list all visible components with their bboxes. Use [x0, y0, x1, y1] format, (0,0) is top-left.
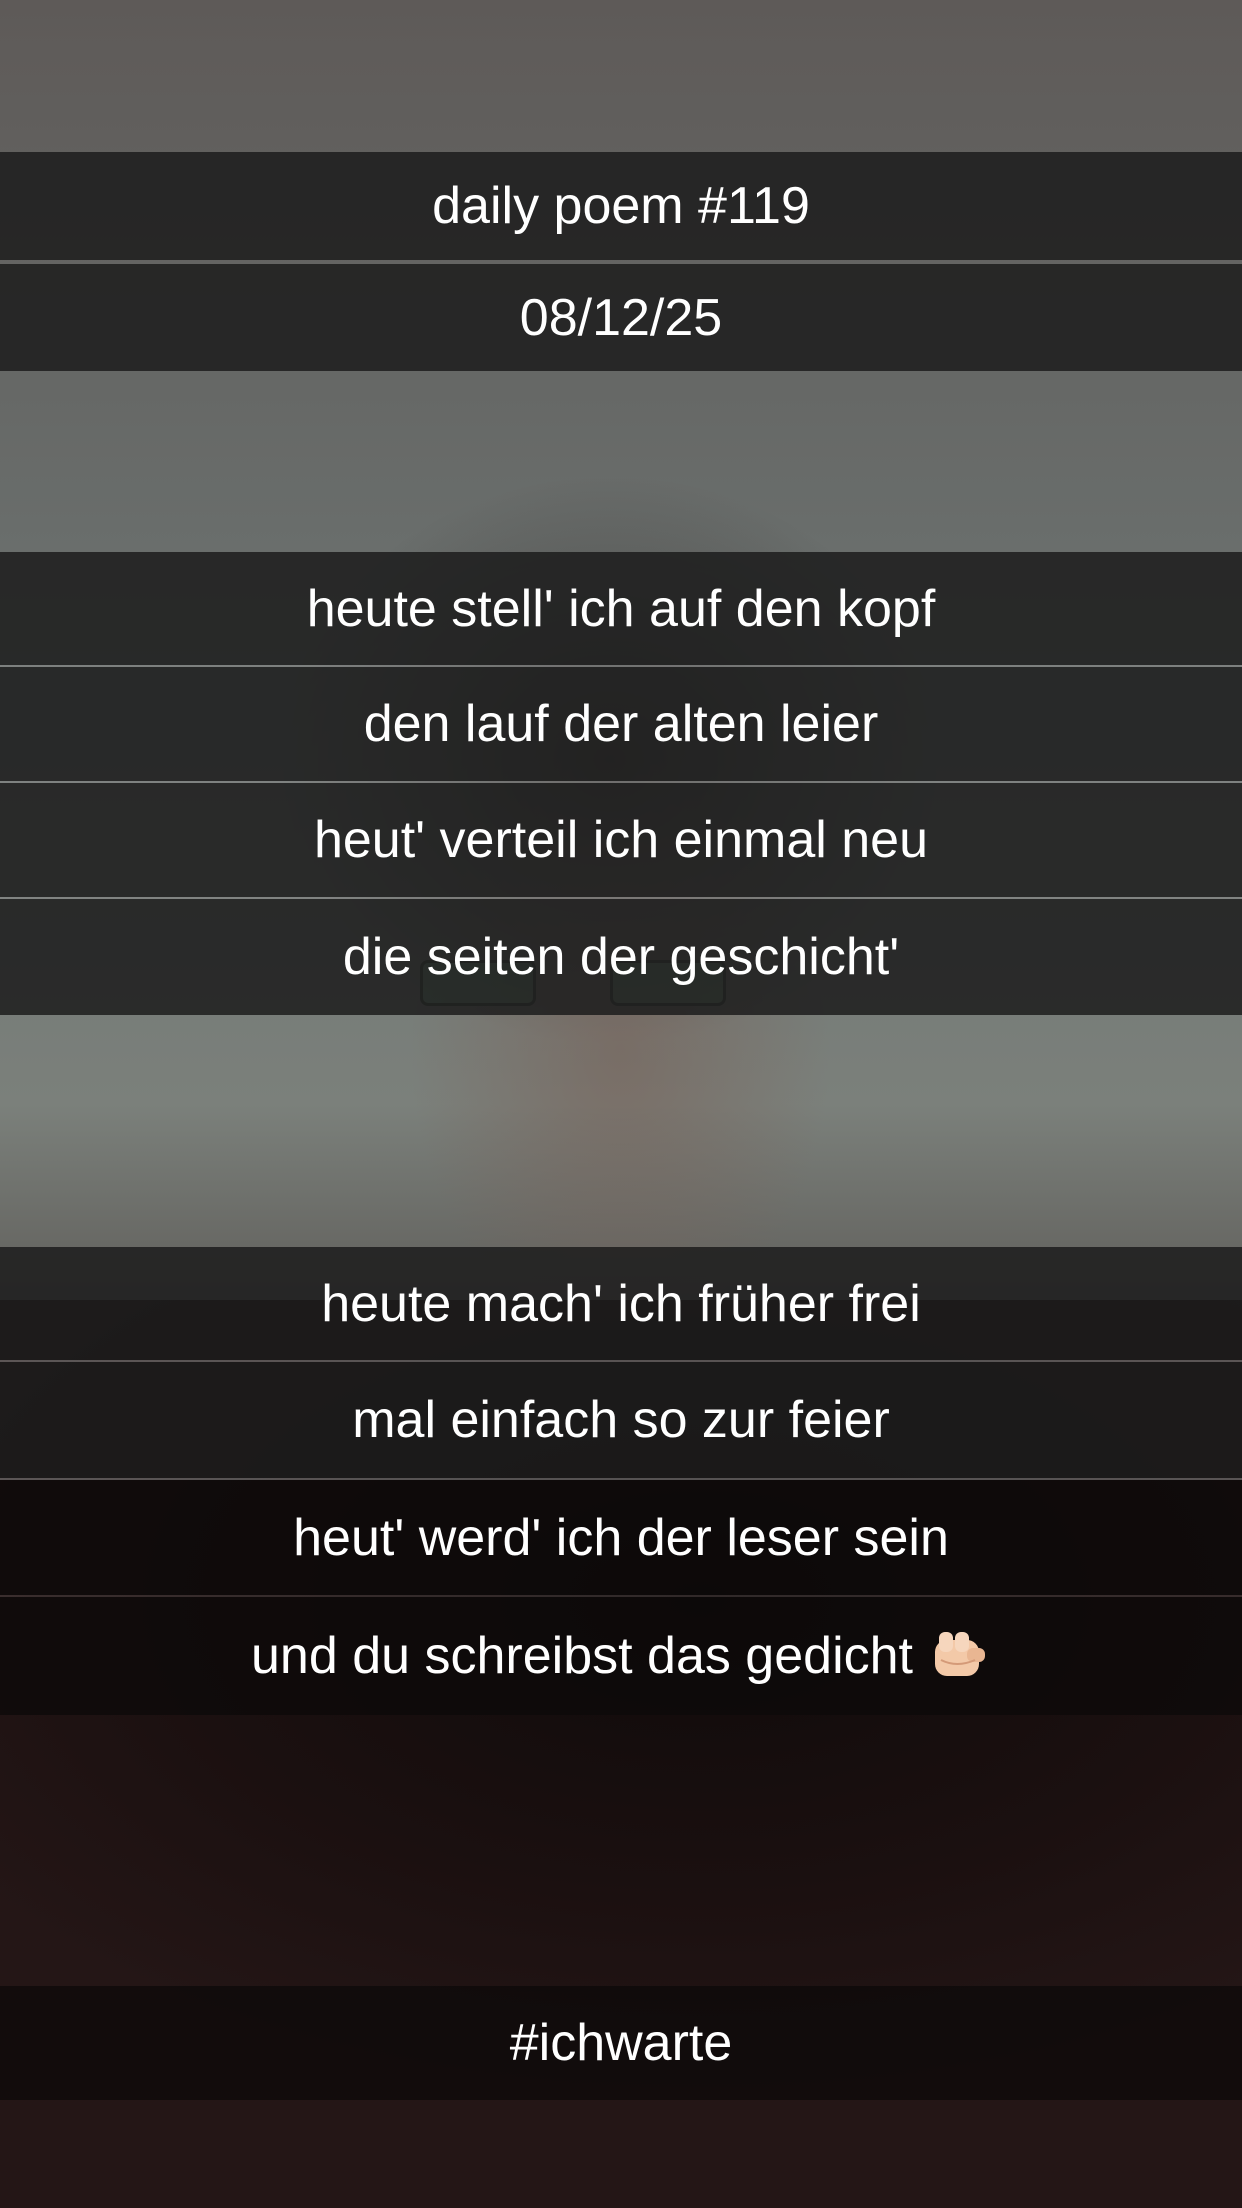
stanza-2-line-3: heut' werd' ich der leser sein	[0, 1480, 1242, 1595]
line-text: die seiten der geschicht'	[342, 928, 900, 986]
stanza-1-line-1: heute stell' ich auf den kopf	[0, 552, 1242, 665]
line-text: mal einfach so zur feier	[352, 1391, 890, 1449]
line-text: den lauf der alten leier	[363, 695, 879, 753]
stanza-2-line-2: mal einfach so zur feier	[0, 1362, 1242, 1478]
line-text: heute mach' ich früher frei	[321, 1274, 921, 1333]
poem-date: 08/12/25	[0, 264, 1242, 371]
stanza-1-line-2: den lauf der alten leier	[0, 667, 1242, 781]
line-text: heut' verteil ich einmal neu	[313, 811, 929, 869]
hashtag[interactable]: #ichwarte	[0, 1986, 1242, 2100]
hashtag-text[interactable]: #ichwarte	[510, 2017, 733, 2069]
poem-date-text: 08/12/25	[519, 288, 723, 347]
line-text: heute stell' ich auf den kopf	[306, 579, 936, 638]
line-text: heut' werd' ich der leser sein	[293, 1508, 949, 1567]
line-text: und du schreibst das gedicht	[251, 1627, 913, 1685]
stanza-1-line-4: die seiten der geschicht'	[0, 899, 1242, 1015]
stanza-2-line-1: heute mach' ich früher frei	[0, 1247, 1242, 1360]
stanza-1-line-3: heut' verteil ich einmal neu	[0, 783, 1242, 897]
poem-title-text: daily poem #119	[432, 177, 810, 235]
stanza-2-line-4: und du schreibst das gedicht	[0, 1597, 1242, 1715]
pointing-at-viewer-icon	[934, 1632, 985, 1676]
poem-title: daily poem #119	[0, 152, 1242, 260]
